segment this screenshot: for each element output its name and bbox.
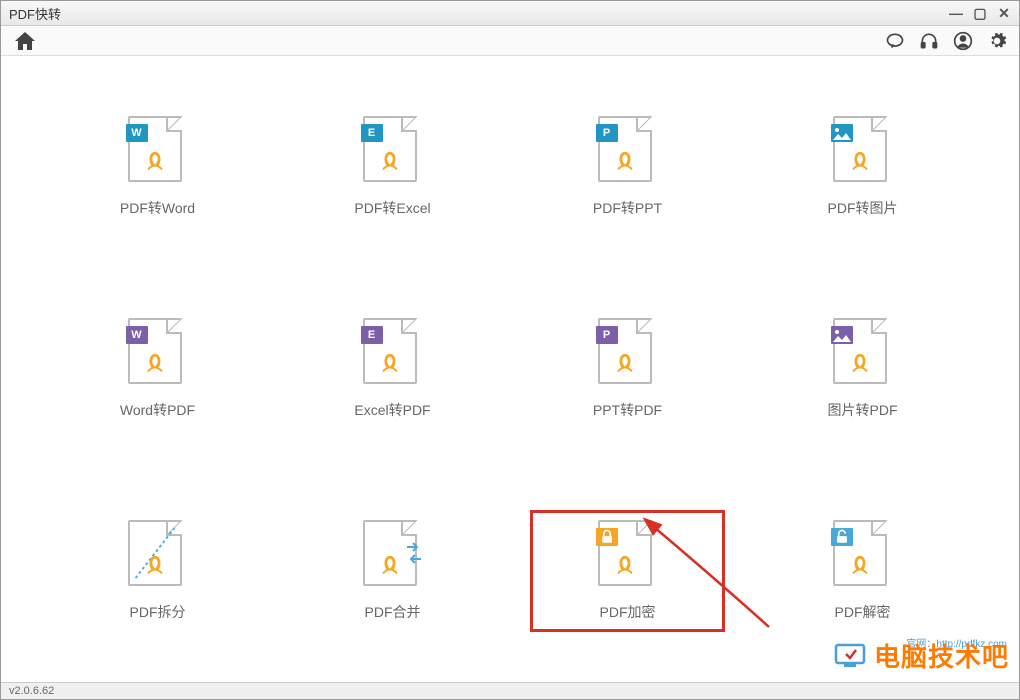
tile-label: PDF拆分 (130, 602, 186, 622)
format-badge: W (126, 124, 148, 142)
watermark-text: 电脑技术吧 (874, 637, 1009, 674)
lock-icon (596, 528, 618, 546)
home-button[interactable] (13, 29, 37, 53)
tile-split[interactable]: PDF拆分 (60, 510, 255, 632)
tile-label: PDF加密 (600, 602, 656, 622)
tile-label: Word转PDF (120, 400, 195, 420)
tile-icon: W (128, 318, 188, 388)
tile-to-image[interactable]: PDF转图片 (765, 106, 960, 228)
format-badge: P (596, 124, 618, 142)
tile-icon: W (128, 116, 188, 186)
format-badge: E (361, 326, 383, 344)
tile-label: Excel转PDF (354, 400, 430, 420)
close-button[interactable]: ✕ (997, 6, 1011, 20)
tile-label: PDF转PPT (593, 198, 662, 218)
tile-icon (833, 520, 893, 590)
user-icon[interactable] (953, 31, 973, 51)
chat-icon[interactable] (885, 31, 905, 51)
unlock-icon (831, 528, 853, 546)
tile-label: PDF转图片 (828, 198, 898, 218)
tile-decrypt[interactable]: PDF解密 (765, 510, 960, 632)
tile-icon (363, 520, 423, 590)
format-badge: W (126, 326, 148, 344)
maximize-button[interactable]: ▢ (973, 6, 987, 20)
image-icon (831, 124, 853, 142)
minimize-button[interactable]: — (949, 6, 963, 20)
tile-to-format[interactable]: W PDF转Word (60, 106, 255, 228)
tile-icon (833, 116, 893, 186)
image-icon (831, 326, 853, 344)
tile-label: 图片转PDF (828, 400, 898, 420)
tile-merge[interactable]: PDF合并 (295, 510, 490, 632)
tile-from-format[interactable]: P PPT转PDF (530, 308, 725, 430)
tile-to-format[interactable]: E PDF转Excel (295, 106, 490, 228)
tile-label: PDF转Excel (354, 198, 430, 218)
tile-label: PPT转PDF (593, 400, 662, 420)
tile-icon (598, 520, 658, 590)
tile-encrypt[interactable]: PDF加密 (530, 510, 725, 632)
tile-icon (128, 520, 188, 590)
titlebar: PDF快转 — ▢ ✕ (1, 1, 1019, 26)
toolbar (1, 26, 1019, 56)
headphones-icon[interactable] (919, 31, 939, 51)
window-title: PDF快转 (9, 4, 949, 23)
format-badge: E (361, 124, 383, 142)
tile-icon: E (363, 116, 423, 186)
statusbar: v2.0.6.62 (1, 682, 1019, 699)
gear-icon[interactable] (987, 31, 1007, 51)
content-area: W PDF转Word E PDF转Excel P PDF转PPT PDF转图片 W Word转P… (1, 56, 1019, 682)
tile-label: PDF合并 (365, 602, 421, 622)
tile-from-format[interactable]: E Excel转PDF (295, 308, 490, 430)
version-label: v2.0.6.62 (9, 685, 54, 697)
watermark: 电脑技术吧 (832, 637, 1009, 674)
tile-icon: P (598, 318, 658, 388)
format-badge: P (596, 326, 618, 344)
tile-icon: P (598, 116, 658, 186)
tile-label: PDF转Word (120, 198, 195, 218)
tile-icon: E (363, 318, 423, 388)
tile-from-image[interactable]: 图片转PDF (765, 308, 960, 430)
tile-icon (833, 318, 893, 388)
tile-to-format[interactable]: P PDF转PPT (530, 106, 725, 228)
tile-from-format[interactable]: W Word转PDF (60, 308, 255, 430)
tile-label: PDF解密 (835, 602, 891, 622)
